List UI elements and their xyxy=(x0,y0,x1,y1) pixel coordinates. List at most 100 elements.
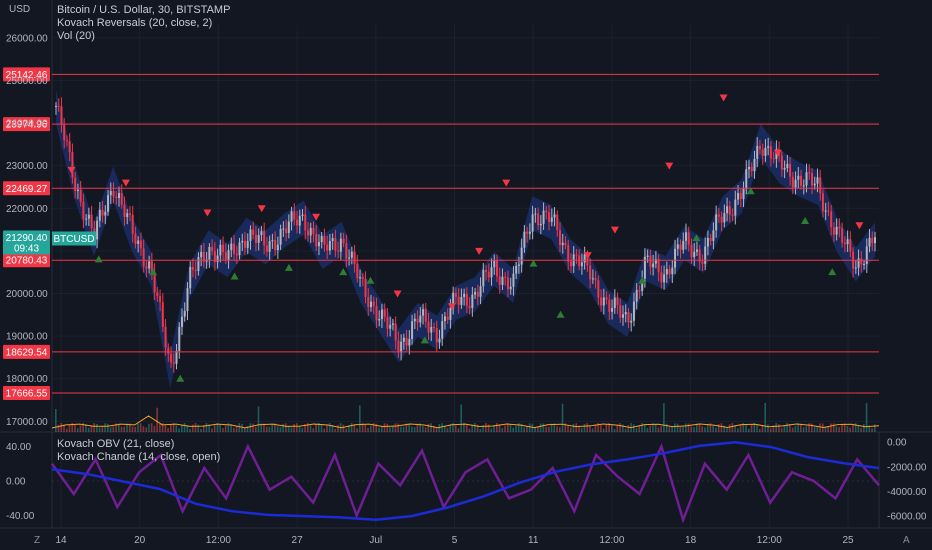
volume-bar xyxy=(249,423,252,432)
x-tick-label: 27 xyxy=(292,535,304,546)
candle-body xyxy=(679,244,682,250)
volume-bar xyxy=(635,428,638,432)
candle-body xyxy=(794,179,797,188)
candle-body xyxy=(693,251,696,258)
symbol-title[interactable]: Bitcoin / U.S. Dollar, 30, BITSTAMP xyxy=(57,4,230,17)
candle-body xyxy=(676,244,679,249)
volume-bar xyxy=(715,427,717,432)
sub-left-tick-label: -40.00 xyxy=(6,511,35,522)
candle-body xyxy=(189,267,192,289)
chart-canvas[interactable]: 25142.4623974.9622469.2720780.4318629.54… xyxy=(0,0,932,550)
volume-bar xyxy=(619,423,621,432)
candle-body xyxy=(419,315,422,323)
volume-bar xyxy=(279,427,282,432)
volume-bar xyxy=(583,424,586,432)
volume-bar xyxy=(512,427,515,432)
candle-body xyxy=(512,273,515,287)
indicator-legend-volume[interactable]: Vol (20) xyxy=(57,30,230,43)
candle-body xyxy=(227,250,230,260)
candle-body xyxy=(274,240,277,251)
candle-body xyxy=(728,206,731,215)
volume-bar xyxy=(334,428,336,432)
volume-bar xyxy=(559,427,561,432)
volume-bar xyxy=(337,424,339,432)
volume-bar xyxy=(137,423,139,432)
candle-body xyxy=(750,166,753,172)
candle-body xyxy=(819,177,822,194)
candle-body xyxy=(668,269,671,275)
volume-bar xyxy=(668,427,671,432)
candle-body xyxy=(296,219,299,226)
candle-body xyxy=(301,214,304,216)
volume-bar xyxy=(575,423,578,432)
candle-body xyxy=(118,193,120,199)
volume-bar xyxy=(454,425,457,432)
candle-body xyxy=(339,238,342,252)
y-tick-label: 24000.00 xyxy=(6,119,48,130)
volume-bar xyxy=(641,423,643,432)
volume-bar xyxy=(123,426,126,432)
candle-body xyxy=(139,240,142,249)
candle-body xyxy=(353,251,356,264)
candle-body xyxy=(709,237,712,241)
candle-body xyxy=(487,271,490,278)
volume-bar xyxy=(159,423,161,432)
timezone-icon[interactable]: Z xyxy=(34,535,40,546)
candle-body xyxy=(175,350,178,364)
x-tick-label: 18 xyxy=(685,535,697,546)
candle-body xyxy=(764,147,767,156)
candle-body xyxy=(490,267,493,278)
level-label: 17666.55 xyxy=(6,388,48,399)
indicator-legend-obv[interactable]: Kovach OBV (21, close) xyxy=(57,438,220,451)
candle-body xyxy=(85,218,88,220)
candle-body xyxy=(501,276,504,285)
volume-bar xyxy=(674,423,676,432)
volume-bar xyxy=(191,424,194,432)
volume-bar xyxy=(627,425,630,432)
candle-body xyxy=(863,263,866,265)
volume-bar xyxy=(737,428,739,432)
candle-body xyxy=(660,272,663,283)
volume-bar xyxy=(865,403,868,432)
indicator-legend-reversals[interactable]: Kovach Reversals (20, close, 2) xyxy=(57,17,230,30)
volume-bar xyxy=(285,423,287,432)
volume-bar xyxy=(509,423,512,432)
auto-scale-icon[interactable]: A xyxy=(903,535,910,546)
volume-bar xyxy=(134,427,137,432)
volume-bar xyxy=(811,423,813,432)
volume-bar xyxy=(389,427,391,432)
indicator-legend-chande[interactable]: Kovach Chande (14, close, open) xyxy=(57,451,220,464)
candle-body xyxy=(65,140,68,142)
volume-bar xyxy=(101,425,104,432)
volume-bar xyxy=(65,428,68,432)
candle-body xyxy=(597,280,600,298)
volume-bar xyxy=(775,423,777,432)
volume-bar xyxy=(712,425,714,432)
volume-bar xyxy=(624,428,627,432)
candle-body xyxy=(238,242,241,256)
candle-body xyxy=(328,240,331,251)
volume-bar xyxy=(580,427,583,432)
candle-body xyxy=(539,223,542,226)
candle-body xyxy=(109,190,112,196)
candle-body xyxy=(104,211,107,216)
candle-body xyxy=(82,201,85,220)
candle-body xyxy=(68,141,71,153)
candle-body xyxy=(402,337,405,342)
candle-body xyxy=(389,324,392,329)
x-tick-label: 12:00 xyxy=(757,535,782,546)
candle-body xyxy=(394,323,397,341)
candle-body xyxy=(156,292,159,297)
candle-body xyxy=(161,302,164,327)
candle-body xyxy=(523,231,526,248)
volume-bar xyxy=(312,428,315,432)
volume-bar xyxy=(556,426,558,432)
candle-body xyxy=(471,294,474,308)
candle-body xyxy=(758,145,761,150)
volume-bar xyxy=(460,404,462,432)
volume-bar xyxy=(148,423,150,432)
volume-bar xyxy=(194,423,197,432)
volume-bar xyxy=(479,428,482,432)
candle-body xyxy=(422,309,425,316)
candle-body xyxy=(63,124,66,141)
